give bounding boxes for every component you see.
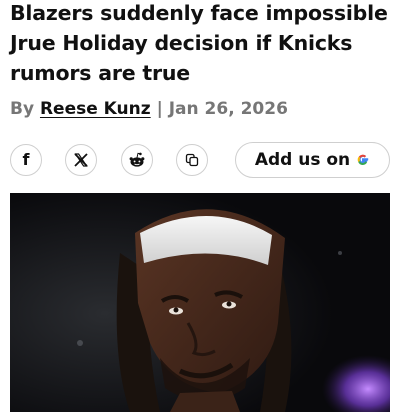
author-link[interactable]: Reese Kunz (40, 99, 151, 119)
byline-prefix: By (10, 99, 35, 119)
add-us-on-google-button[interactable]: Add us on (235, 142, 390, 178)
reddit-share-button[interactable] (121, 144, 153, 176)
x-share-button[interactable] (65, 144, 97, 176)
facebook-icon: f (22, 150, 30, 169)
add-us-label: Add us on (254, 150, 351, 170)
byline: By Reese Kunz | Jan 26, 2026 (10, 99, 288, 119)
google-icon (356, 153, 370, 167)
hero-image (10, 193, 390, 412)
facebook-share-button[interactable]: f (10, 144, 42, 176)
copy-link-icon (185, 153, 199, 167)
byline-separator: | (156, 99, 163, 119)
article-headline: Blazers suddenly face impossible Jrue Ho… (10, 1, 388, 85)
publish-date: Jan 26, 2026 (168, 99, 288, 119)
reddit-icon (128, 152, 146, 168)
x-icon (74, 153, 88, 167)
basketball-player-photo (10, 193, 390, 412)
share-bar: f Add us on (10, 142, 390, 178)
copy-link-button[interactable] (176, 144, 208, 176)
